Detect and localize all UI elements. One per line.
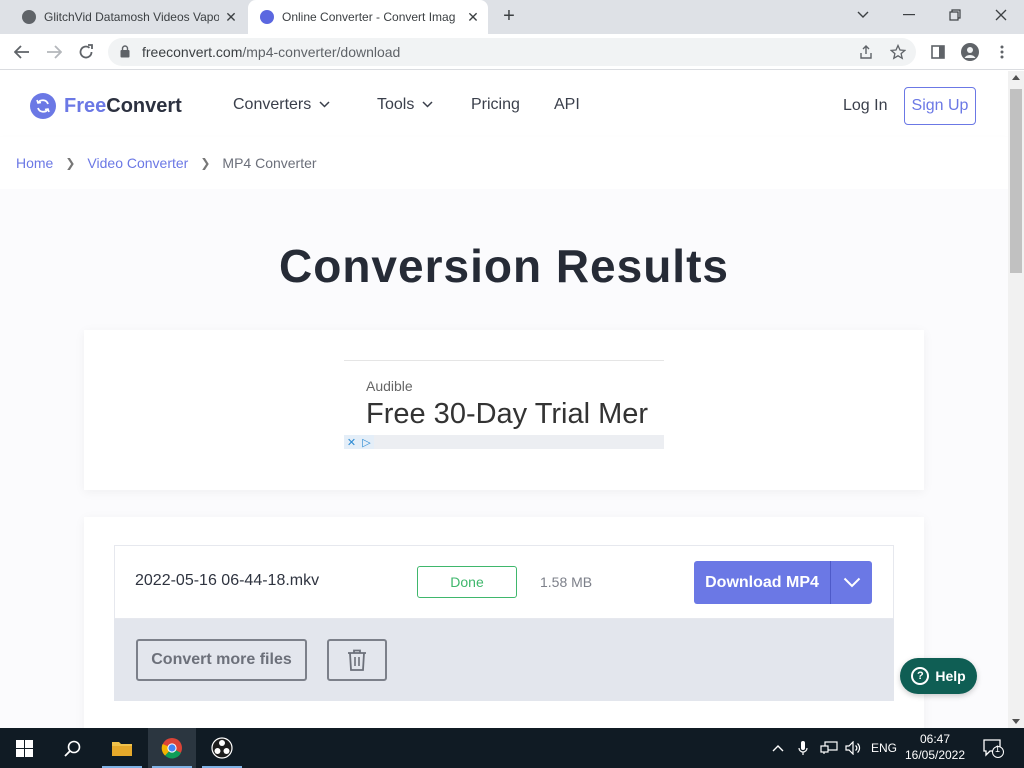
nav-tools[interactable]: Tools (377, 96, 433, 114)
globe-icon (22, 10, 36, 24)
action-row: Convert more files (114, 619, 894, 701)
site-header: FreeConvert Converters Tools Pricing API… (0, 71, 1008, 137)
windows-taskbar: ENG 06:47 16/05/2022 1 (0, 728, 1024, 768)
windows-start-icon[interactable] (0, 728, 48, 768)
nav-pricing[interactable]: Pricing (471, 96, 520, 114)
tab-close-icon[interactable]: ✕ (466, 10, 480, 24)
address-bar[interactable]: freeconvert.com/mp4-converter/download (108, 38, 916, 66)
back-arrow-icon[interactable] (10, 40, 34, 64)
chevron-right-icon: ❯ (200, 156, 211, 170)
convert-more-files-button[interactable]: Convert more files (136, 639, 307, 681)
ad-footer-bar (344, 435, 664, 449)
network-icon[interactable] (820, 728, 838, 768)
share-icon[interactable] (856, 42, 876, 62)
advertisement[interactable]: Audible Free 30-Day Trial Mer ✕ ▷ (344, 360, 664, 460)
signup-button[interactable]: Sign Up (904, 87, 976, 125)
clock[interactable]: 06:47 16/05/2022 (900, 731, 970, 763)
window-close-icon[interactable] (979, 0, 1023, 30)
freeconvert-logo[interactable]: FreeConvert (30, 93, 182, 119)
download-mp4-button[interactable]: Download MP4 (694, 561, 830, 604)
browser-tab-bar: GlitchVid Datamosh Videos Vapo ✕ Online … (0, 0, 1024, 34)
scroll-down-icon[interactable] (1012, 719, 1020, 724)
freeconvert-favicon-icon (260, 10, 274, 24)
show-hidden-icons-chevron-up-icon[interactable] (772, 728, 784, 768)
lock-icon (120, 45, 130, 58)
delete-button[interactable] (327, 639, 387, 681)
question-icon: ? (911, 667, 930, 685)
logo-text: FreeConvert (64, 94, 182, 117)
status-badge: Done (417, 566, 517, 598)
chevron-right-icon: ❯ (65, 156, 76, 170)
breadcrumb-video-converter[interactable]: Video Converter (87, 155, 188, 171)
trash-icon (348, 649, 366, 671)
help-button[interactable]: ? Help (900, 658, 977, 694)
scroll-up-icon[interactable] (1012, 75, 1020, 80)
breadcrumb-mp4-converter: MP4 Converter (222, 155, 317, 171)
tab-title: GlitchVid Datamosh Videos Vapo (44, 10, 219, 24)
nav-converters[interactable]: Converters (233, 96, 330, 114)
forward-arrow-icon[interactable] (42, 40, 66, 64)
obs-icon[interactable] (198, 728, 246, 768)
reload-icon[interactable] (74, 40, 98, 64)
page-title: Conversion Results (279, 240, 729, 292)
conversion-result-card: 2022-05-16 06-44-18.mkv Done 1.58 MB Dow… (84, 517, 924, 728)
tab-close-icon[interactable]: ✕ (224, 10, 238, 24)
nav-api[interactable]: API (554, 96, 580, 114)
clock-date: 16/05/2022 (904, 748, 966, 762)
breadcrumb-home[interactable]: Home (16, 155, 53, 171)
browser-tab-glitchvid[interactable]: GlitchVid Datamosh Videos Vapo ✕ (8, 0, 246, 34)
clock-time: 06:47 (919, 732, 951, 746)
chrome-icon[interactable] (148, 728, 196, 768)
browser-toolbar: freeconvert.com/mp4-converter/download (0, 34, 1024, 70)
ad-card: Audible Free 30-Day Trial Mer ✕ ▷ (84, 330, 924, 490)
file-name: 2022-05-16 06-44-18.mkv (135, 572, 320, 589)
notification-count: 1 (995, 744, 1001, 754)
browser-tab-online-converter[interactable]: Online Converter - Convert Imag ✕ (248, 0, 488, 34)
ad-close-icon[interactable]: ✕ (344, 435, 359, 449)
microphone-icon[interactable] (798, 728, 808, 768)
restore-icon[interactable] (933, 0, 977, 30)
tab-title: Online Converter - Convert Imag (282, 10, 456, 24)
file-explorer-icon[interactable] (98, 728, 146, 768)
search-icon[interactable] (48, 728, 96, 768)
more-menu-icon[interactable] (990, 40, 1014, 64)
ad-info-icon[interactable]: ▷ (359, 435, 374, 449)
chevron-down-icon (422, 99, 433, 111)
new-tab-plus-icon[interactable]: + (498, 6, 520, 28)
ad-brand: Audible (366, 378, 413, 394)
volume-icon[interactable] (845, 728, 861, 768)
refresh-logo-icon (30, 93, 56, 119)
side-panel-icon[interactable] (926, 40, 950, 64)
chevron-down-icon (319, 99, 330, 111)
profile-avatar-icon[interactable] (958, 40, 982, 64)
file-row: 2022-05-16 06-44-18.mkv Done 1.58 MB Dow… (114, 545, 894, 619)
web-page: FreeConvert Converters Tools Pricing API… (0, 71, 1008, 728)
bookmark-star-icon[interactable] (888, 42, 908, 62)
minimize-icon[interactable] (887, 0, 931, 30)
file-size: 1.58 MB (540, 574, 593, 590)
login-link[interactable]: Log In (843, 97, 887, 115)
scrollbar-thumb[interactable] (1010, 89, 1022, 273)
breadcrumb: Home ❯ Video Converter ❯ MP4 Converter (0, 137, 1008, 189)
tab-search-chevron-icon[interactable] (841, 0, 885, 30)
notifications-icon[interactable]: 1 (982, 728, 1004, 768)
download-options-button[interactable] (830, 561, 872, 604)
language-indicator[interactable]: ENG (871, 728, 897, 768)
chevron-down-icon (843, 577, 860, 588)
page-scrollbar[interactable] (1008, 71, 1024, 728)
ad-headline: Free 30-Day Trial Mer (366, 398, 649, 430)
url-text: freeconvert.com/mp4-converter/download (142, 44, 401, 60)
ad-choices[interactable]: ✕ ▷ (344, 435, 374, 449)
